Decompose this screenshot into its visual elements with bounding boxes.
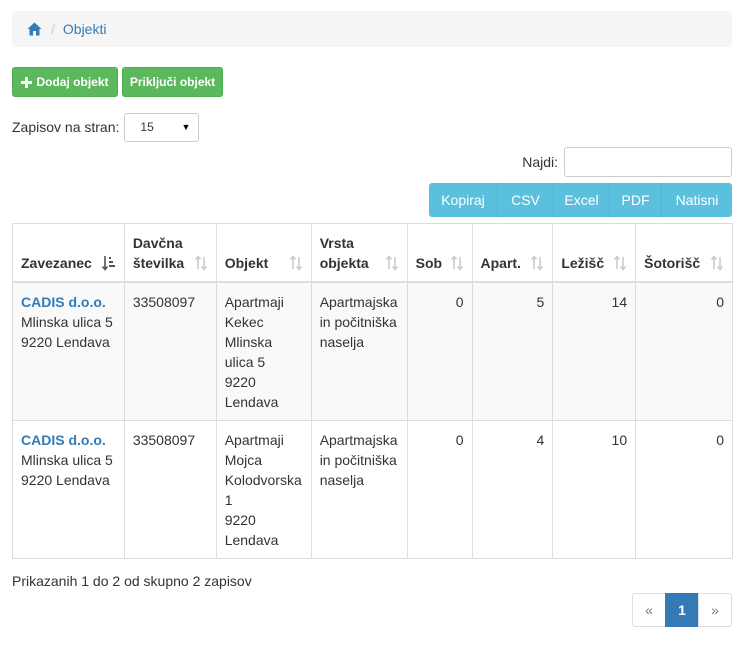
column-header-sob[interactable]: Sob: [406, 223, 473, 283]
cell-apart: 5: [471, 281, 554, 421]
breadcrumb-objekti-link[interactable]: Objekti: [63, 21, 107, 37]
vrsta-line: Apartmajska: [319, 431, 398, 448]
column-header-label: Ležišč: [561, 254, 605, 271]
zavezanec-city: 9220 Lendava: [21, 333, 110, 350]
plus-icon: [21, 76, 33, 88]
cell-objekt: Apartmaji Mojca Kolodvorska 1 9220 Lenda…: [215, 419, 312, 559]
column-header-label: Davčna številka: [132, 234, 185, 271]
cell-sotorisc: 0: [635, 419, 733, 559]
copy-button[interactable]: Kopiraj: [429, 183, 498, 217]
cell-vrsta: Apartmajska in počitniška naselja: [310, 419, 408, 559]
sort-icon: [385, 254, 399, 271]
sort-icon: [194, 254, 208, 271]
column-header-apart[interactable]: Apart.: [471, 223, 554, 283]
page-size-control: Zapisov na stran: 15 ▼: [12, 112, 200, 142]
objekt-line: Lendava: [224, 531, 279, 548]
page-size-value: 15: [140, 120, 154, 134]
cell-davcna: 33508097: [123, 281, 217, 421]
objekt-line: 9220: [224, 373, 256, 390]
column-header-label: Apart.: [480, 254, 521, 271]
attach-object-button[interactable]: Priključi objekt: [122, 67, 223, 97]
table-row: CADIS d.o.o. Mlinska ulica 5 9220 Lendav…: [12, 281, 733, 421]
cell-davcna: 33508097: [123, 419, 217, 559]
zavezanec-link[interactable]: CADIS d.o.o.: [21, 432, 106, 448]
zavezanec-street: Mlinska ulica 5: [21, 451, 113, 468]
objekt-line: Kekec: [224, 313, 264, 330]
objekt-line: Lendava: [224, 393, 279, 410]
cell-lezisc: 10: [552, 419, 637, 559]
column-header-label: Vrsta objekta: [319, 234, 369, 271]
objekt-line: Mlinska: [224, 333, 273, 350]
sort-icon: [613, 254, 627, 271]
pagination-page-1[interactable]: 1: [665, 593, 699, 627]
page-size-label: Zapisov na stran:: [12, 119, 120, 135]
add-object-label: Dodaj objekt: [36, 75, 109, 89]
search-label: Najdi:: [522, 154, 558, 170]
cell-sotorisc: 0: [635, 281, 733, 421]
column-header-label: Objekt: [224, 254, 269, 271]
search-input[interactable]: [564, 147, 732, 177]
vrsta-line: naselja: [319, 471, 365, 488]
column-header-objekt[interactable]: Objekt: [215, 223, 312, 283]
cell-sob: 0: [406, 419, 473, 559]
attach-object-label: Priključi objekt: [129, 75, 216, 89]
table-info: Prikazanih 1 do 2 od skupno 2 zapisov: [12, 573, 252, 589]
csv-button[interactable]: CSV: [498, 183, 554, 217]
vrsta-line: Apartmajska: [319, 293, 398, 310]
search-control: Najdi:: [522, 147, 732, 177]
print-button[interactable]: Natisni: [662, 183, 732, 217]
objekt-line: 9220: [224, 511, 256, 528]
objekt-line: Apartmaji: [224, 293, 284, 310]
cell-apart: 4: [471, 419, 554, 559]
cell-objekt: Apartmaji Kekec Mlinska ulica 5 9220 Len…: [215, 281, 312, 421]
cell-zavezanec: CADIS d.o.o. Mlinska ulica 5 9220 Lendav…: [12, 419, 125, 559]
page-size-select[interactable]: 15 ▼: [124, 112, 200, 142]
vrsta-line: naselja: [319, 333, 365, 350]
zavezanec-street: Mlinska ulica 5: [21, 313, 113, 330]
sort-icon: [289, 254, 303, 271]
sort-icon: [450, 254, 464, 271]
cell-zavezanec: CADIS d.o.o. Mlinska ulica 5 9220 Lendav…: [12, 281, 125, 421]
zavezanec-link[interactable]: CADIS d.o.o.: [21, 294, 106, 310]
pagination-prev[interactable]: «: [632, 593, 666, 627]
excel-button[interactable]: Excel: [554, 183, 610, 217]
breadcrumb-separator: /: [51, 21, 55, 37]
cell-sob: 0: [406, 281, 473, 421]
pdf-button[interactable]: PDF: [610, 183, 662, 217]
column-header-sotorisc[interactable]: Šotorišč: [635, 223, 733, 283]
objekt-line: Kolodvorska: [224, 471, 302, 488]
zavezanec-city: 9220 Lendava: [21, 471, 110, 488]
cell-lezisc: 14: [552, 281, 637, 421]
objekt-line: Mojca: [224, 451, 263, 468]
vrsta-line: in počitniška: [319, 313, 397, 330]
column-header-label: Zavezanec: [21, 254, 92, 271]
column-header-label: Sob: [415, 254, 443, 271]
column-header-zavezanec[interactable]: Zavezanec: [12, 223, 125, 283]
objekt-line: Apartmaji: [224, 431, 284, 448]
column-header-vrsta[interactable]: Vrsta objekta: [310, 223, 408, 283]
vrsta-line: in počitniška: [319, 451, 397, 468]
add-object-button[interactable]: Dodaj objekt: [12, 67, 118, 97]
cell-vrsta: Apartmajska in počitniška naselja: [310, 281, 408, 421]
column-header-lezisc[interactable]: Ležišč: [552, 223, 637, 283]
export-button-group: Kopiraj CSV Excel PDF Natisni: [429, 183, 732, 217]
objekt-line: ulica 5: [224, 353, 266, 370]
objects-table: Zavezanec Davčna številka Objekt Vrsta o…: [12, 223, 733, 559]
home-icon[interactable]: [27, 22, 42, 36]
breadcrumb: / Objekti: [12, 11, 732, 47]
caret-down-icon: ▼: [181, 122, 191, 132]
objekt-line: 1: [224, 491, 233, 508]
page: / Objekti Dodaj objekt Priključi objekt …: [0, 0, 747, 654]
sort-icon: [530, 254, 544, 271]
sort-icon: [710, 254, 724, 271]
sort-desc-active-icon: [101, 255, 116, 271]
pagination: « 1 »: [632, 593, 732, 627]
column-header-davcna[interactable]: Davčna številka: [123, 223, 217, 283]
table-header-row: Zavezanec Davčna številka Objekt Vrsta o…: [12, 223, 733, 283]
column-header-label: Šotorišč: [644, 254, 701, 271]
pagination-next[interactable]: »: [698, 593, 732, 627]
table-row: CADIS d.o.o. Mlinska ulica 5 9220 Lendav…: [12, 419, 733, 559]
